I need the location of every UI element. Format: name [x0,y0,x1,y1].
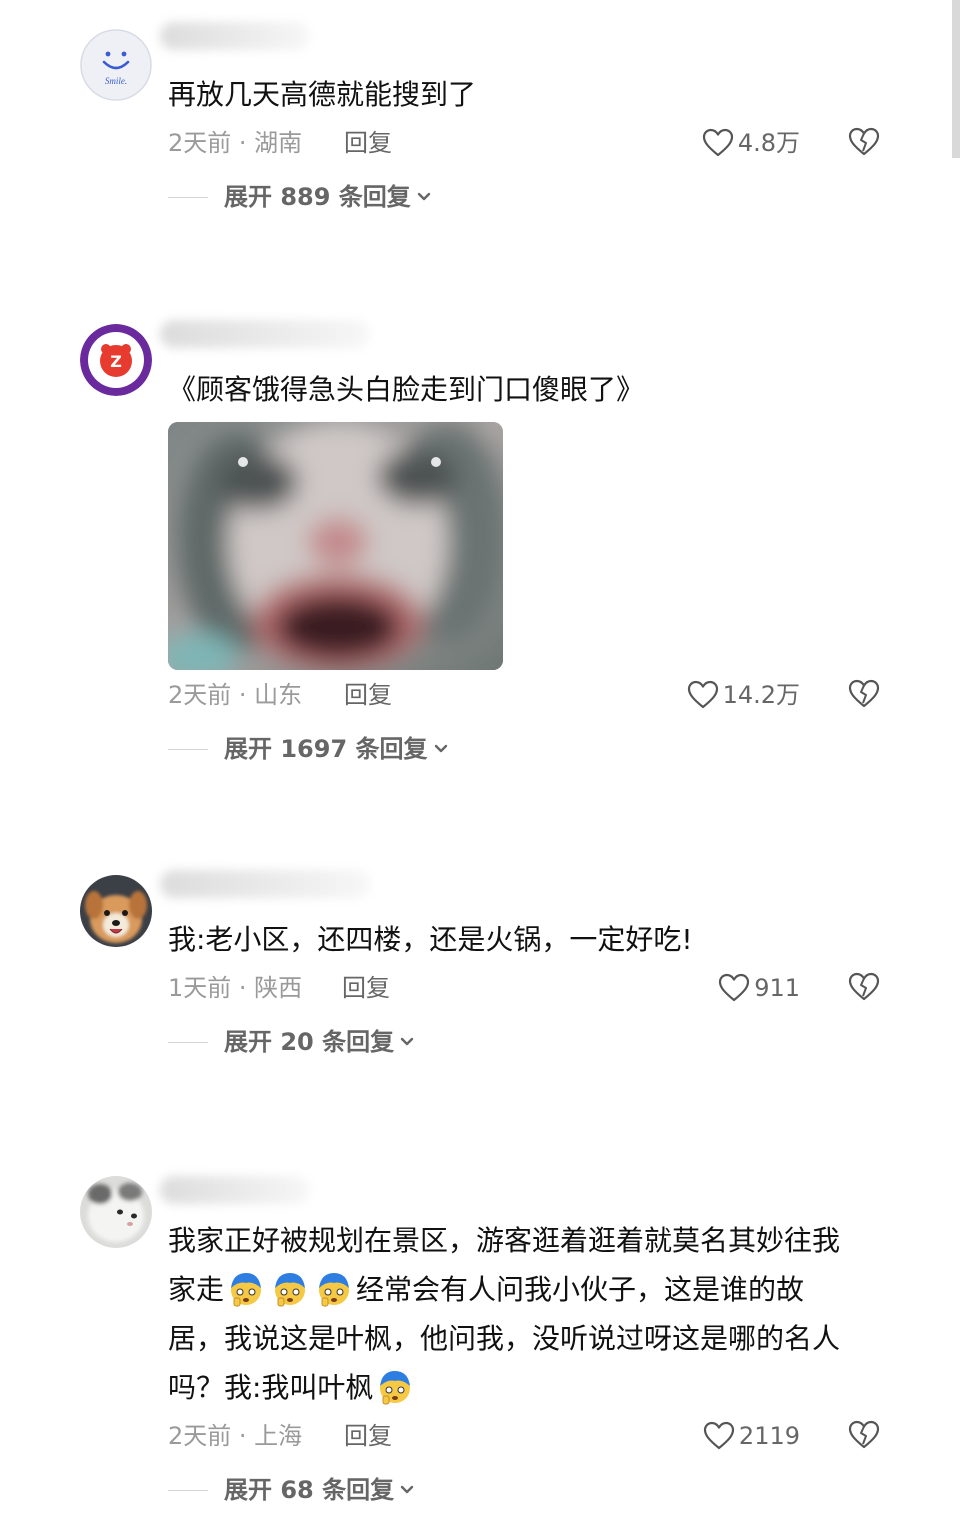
username-blurred[interactable] [160,1176,310,1204]
heart-outline-icon [703,1421,735,1450]
like-button[interactable]: 2119 [703,1416,800,1456]
like-count: 2119 [738,1422,800,1450]
reply-button[interactable]: 回复 [344,1416,392,1456]
shocked-face-emoji-icon [376,1367,414,1405]
comment-text-line-1: 我家正好被规划在景区，游客逛着逛着就莫名其妙往我 [168,1224,841,1257]
time-location: 2天前 · 上海 [168,1422,303,1450]
avatar[interactable] [80,1176,152,1248]
comment-text-segment: 经常会有人问我小伙子，这是谁的故 [356,1273,805,1306]
comment-text-segment: 家走 [168,1273,225,1306]
comment-text-segment: 吗？我:我叫叶枫 [168,1371,374,1404]
cat-avatar-icon [80,1176,152,1248]
comment-text-line-4: 吗？我:我叫叶枫 [168,1363,417,1412]
comment-meta: 2天前 · 上海 回复 2119 [168,1416,888,1456]
divider [168,1489,208,1491]
expand-label: 展开 68 条回复 [224,1476,395,1504]
shocked-face-emoji-icon [271,1269,309,1307]
dislike-button[interactable] [848,1420,880,1462]
comment-text-line-3: 居，我说这是叶枫，他问我，没听说过呀这是哪的名人 [168,1322,841,1355]
expand-replies-button[interactable]: 展开 68 条回复 [168,1470,416,1510]
shocked-face-emoji-icon [315,1269,353,1307]
comment-text-line-2: 家走 经常会有人问我小伙子，这是谁的故 [168,1265,804,1314]
comment-item: 我家正好被规划在景区，游客逛着逛着就莫名其妙往我 家走 经常会有人问我小伙子，这是… [0,0,960,1519]
shocked-face-emoji-icon [227,1269,265,1307]
broken-heart-icon [848,1420,880,1449]
chevron-down-icon [400,1485,414,1494]
